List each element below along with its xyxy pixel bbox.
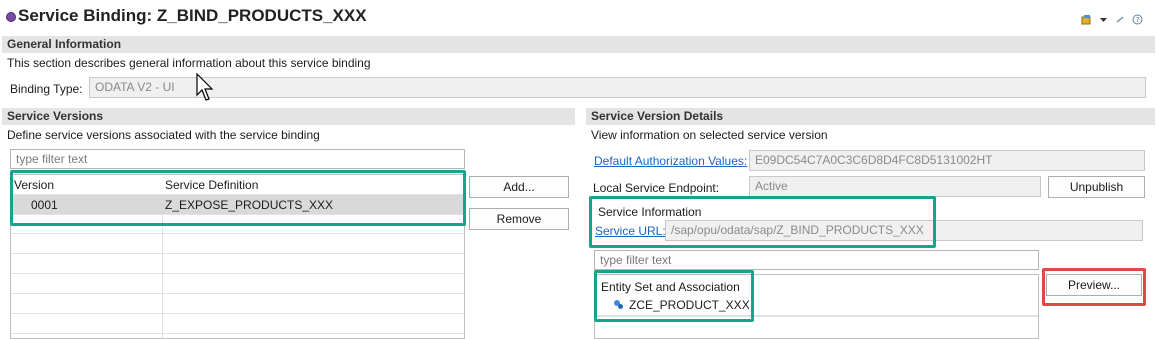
mouse-cursor-icon (196, 73, 214, 101)
add-button[interactable]: Add... (469, 176, 569, 198)
unpublish-button[interactable]: Unpublish (1048, 176, 1145, 198)
authorization-values-field: E09DC54C7A0C3C6D8D4FC8D5131002HT (749, 150, 1145, 171)
general-information-heading: General Information (2, 36, 1155, 53)
general-information-description: This section describes general informati… (7, 56, 371, 70)
table-row (11, 215, 464, 234)
entity-set-name: ZCE_PRODUCT_XXX (629, 298, 750, 312)
table-row (11, 255, 464, 274)
service-version-details-description: View information on selected service ver… (591, 128, 828, 142)
table-row (595, 315, 1038, 317)
versions-filter-input[interactable]: type filter text (10, 149, 465, 169)
link-icon[interactable] (1115, 14, 1126, 25)
entity-set-icon (614, 300, 623, 309)
service-url-field: /sap/opu/odata/sap/Z_BIND_PRODUCTS_XXX (665, 220, 1143, 241)
binding-type-label: Binding Type: (10, 82, 83, 96)
table-header-row: Version Service Definition (11, 175, 464, 195)
table-row (11, 315, 464, 334)
service-version-details-heading: Service Version Details (586, 108, 1155, 125)
service-versions-description: Define service versions associated with … (7, 128, 320, 142)
default-authorization-values-link[interactable]: Default Authorization Values: (594, 154, 747, 168)
editor-toolbar: ? (1081, 14, 1143, 25)
local-service-endpoint-field: Active (749, 176, 1041, 197)
binding-type-field: ODATA V2 - UI (89, 77, 1146, 98)
page-title: Service Binding: Z_BIND_PRODUCTS_XXX (18, 6, 367, 25)
help-icon[interactable]: ? (1132, 14, 1143, 25)
dropdown-arrow-icon[interactable] (1098, 14, 1109, 25)
table-row (11, 235, 464, 254)
table-row (11, 295, 464, 314)
service-versions-heading: Service Versions (2, 108, 575, 125)
service-definition-cell: Z_EXPOSE_PRODUCTS_XXX (165, 198, 334, 212)
publish-icon[interactable] (1081, 14, 1092, 25)
column-header-service-definition[interactable]: Service Definition (165, 178, 258, 192)
version-cell: 0001 (31, 198, 58, 212)
column-header-version[interactable]: Version (14, 178, 54, 192)
editor-title-bar: Service Binding: Z_BIND_PRODUCTS_XXX ? (0, 0, 1157, 34)
table-row (11, 275, 464, 294)
table-row[interactable]: 0001 Z_EXPOSE_PRODUCTS_XXX (11, 195, 464, 215)
list-item[interactable]: ZCE_PRODUCT_XXX (613, 297, 913, 315)
local-service-endpoint-label: Local Service Endpoint: (593, 181, 720, 195)
svg-text:?: ? (1136, 16, 1140, 24)
service-url-link[interactable]: Service URL: (595, 224, 666, 238)
service-versions-table: Version Service Definition 0001 Z_EXPOSE… (10, 174, 465, 339)
entity-set-table: Entity Set and Association ZCE_PRODUCT_X… (594, 274, 1039, 339)
entity-set-and-association-heading: Entity Set and Association (601, 280, 740, 294)
preview-button[interactable]: Preview... (1046, 274, 1142, 296)
service-information-label: Service Information (598, 205, 702, 219)
service-binding-icon (6, 12, 16, 22)
entity-filter-input[interactable]: type filter text (594, 250, 1039, 270)
remove-button[interactable]: Remove (469, 208, 569, 230)
